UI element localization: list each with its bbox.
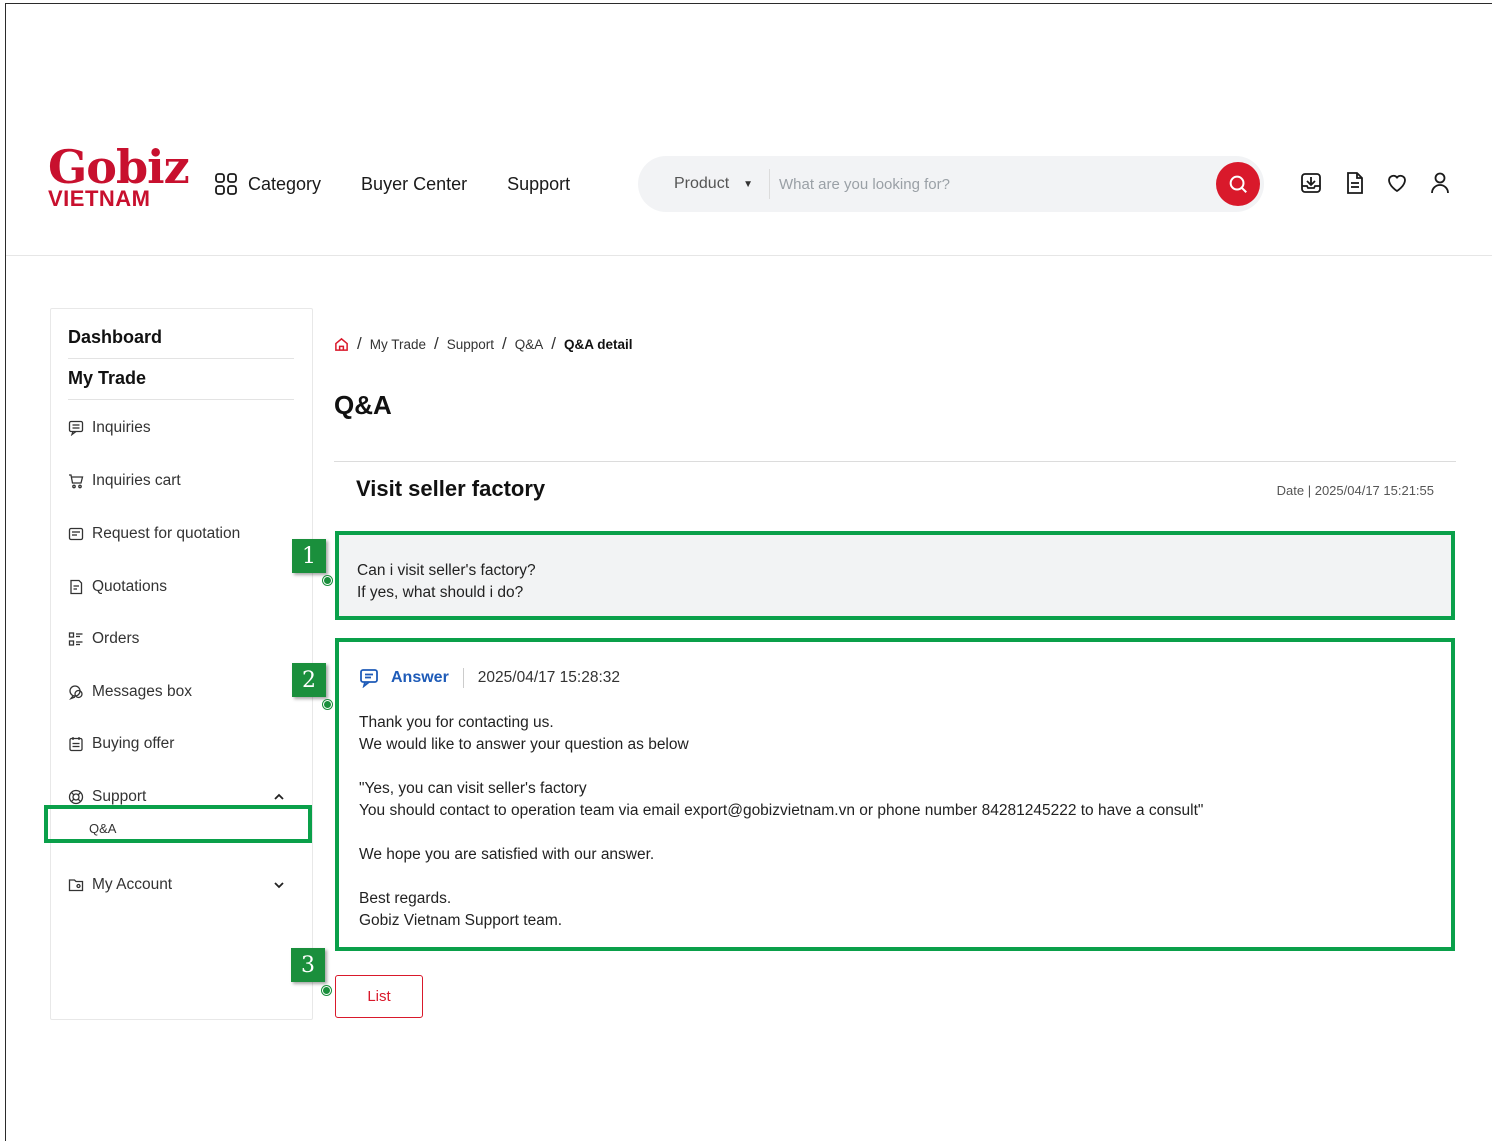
inquiries-icon <box>68 420 84 436</box>
document-button[interactable] <box>1341 170 1367 196</box>
sidebar-item-label: Inquiries <box>92 419 151 436</box>
breadcrumb-separator: / <box>502 334 507 353</box>
search-input[interactable] <box>779 175 1179 193</box>
sidebar-item-support[interactable]: Support <box>68 788 298 806</box>
logo[interactable]: Gobiz VIETNAM <box>48 140 190 210</box>
sidebar-item-inquiries[interactable]: Inquiries <box>68 419 298 437</box>
cart-icon <box>69 474 84 489</box>
search-bar: Product ▼ <box>638 156 1264 212</box>
breadcrumb-separator: / <box>551 334 557 353</box>
nav-category[interactable]: Category <box>214 172 321 196</box>
document-icon <box>1347 172 1363 194</box>
nav-buyer-center[interactable]: Buyer Center <box>361 174 467 195</box>
orders-icon <box>68 632 83 646</box>
search-button[interactable] <box>1216 162 1260 206</box>
category-grid-icon <box>215 173 237 195</box>
sidebar-item-label: Buying offer <box>92 735 175 752</box>
caret-down-icon: ▼ <box>743 178 754 190</box>
breadcrumb-item[interactable]: Q&A <box>515 337 544 352</box>
breadcrumb: / My Trade / Support / Q&A / Q&A detail <box>334 334 633 354</box>
highlight-qna-item <box>44 805 312 843</box>
my-account-icon <box>68 879 84 892</box>
site-header: Gobiz VIETNAM Category Buyer Center Supp… <box>6 4 1492 256</box>
breadcrumb-item[interactable]: Support <box>447 337 494 352</box>
inbox-download-button[interactable] <box>1298 170 1324 196</box>
callout-dot <box>323 700 332 709</box>
callout-dot <box>323 576 332 585</box>
breadcrumb-separator: / <box>357 334 362 353</box>
nav-support[interactable]: Support <box>507 174 570 195</box>
sidebar-item-label: My Account <box>92 876 173 893</box>
search-category-select[interactable]: Product ▼ <box>638 169 770 199</box>
sidebar-my-trade[interactable]: My Trade <box>68 368 146 389</box>
callout-marker: 2 <box>292 663 326 697</box>
sidebar-divider <box>68 358 294 359</box>
home-icon[interactable] <box>334 337 349 352</box>
messages-icon <box>69 685 83 700</box>
heart-icon <box>1388 174 1406 193</box>
sidebar-divider <box>68 399 294 400</box>
callout-marker: 1 <box>292 539 326 573</box>
callout-dot <box>322 986 331 995</box>
sidebar-item-label: Orders <box>92 630 140 647</box>
breadcrumb-separator: / <box>434 334 439 353</box>
sidebar-item-request-for-quotation[interactable]: Request for quotation <box>68 525 298 543</box>
sidebar-item-label: Messages box <box>92 683 192 700</box>
quotation-request-icon <box>68 527 84 541</box>
header-icons <box>1298 170 1470 196</box>
search-category-label: Product <box>674 175 730 192</box>
sidebar-item-messages-box[interactable]: Messages box <box>68 683 298 701</box>
quotations-icon <box>70 579 83 595</box>
callout-marker: 3 <box>291 948 325 982</box>
logo-main-text: Gobiz <box>48 140 190 194</box>
highlight-question <box>335 531 1455 620</box>
inbox-download-icon <box>1301 173 1321 193</box>
sidebar-item-label: Inquiries cart <box>92 472 181 489</box>
main-nav: Category Buyer Center Support <box>214 169 610 199</box>
sidebar-dashboard[interactable]: Dashboard <box>68 327 162 348</box>
highlight-answer <box>335 638 1455 951</box>
chevron-down-icon[interactable] <box>272 878 286 892</box>
account-button[interactable] <box>1427 170 1453 196</box>
buying-offer-icon <box>69 737 83 752</box>
sidebar-item-quotations[interactable]: Quotations <box>68 578 298 596</box>
breadcrumb-current: Q&A detail <box>564 336 633 352</box>
breadcrumb-item[interactable]: My Trade <box>370 337 426 352</box>
sidebar-item-label: Quotations <box>92 578 167 595</box>
sidebar: Dashboard My Trade Inquiries Inquiries c… <box>50 308 313 1020</box>
wishlist-button[interactable] <box>1384 170 1410 196</box>
sidebar-item-my-account[interactable]: My Account <box>68 876 298 894</box>
nav-category-label: Category <box>248 173 322 194</box>
sidebar-item-buying-offer[interactable]: Buying offer <box>68 735 298 753</box>
list-button[interactable]: List <box>335 975 423 1018</box>
question-title: Visit seller factory <box>356 476 546 501</box>
question-date: Date | 2025/04/17 15:21:55 <box>1276 483 1434 498</box>
support-icon <box>68 789 84 805</box>
chevron-up-icon[interactable] <box>272 790 286 804</box>
sidebar-item-inquiries-cart[interactable]: Inquiries cart <box>68 472 298 490</box>
sidebar-item-orders[interactable]: Orders <box>68 630 298 648</box>
sidebar-item-label: Support <box>92 788 147 805</box>
page-title: Q&A <box>334 390 392 420</box>
sidebar-item-label: Request for quotation <box>92 525 241 542</box>
user-icon <box>1431 172 1449 194</box>
question-header: Visit seller factory Date | 2025/04/17 1… <box>334 461 1456 515</box>
app-frame: Gobiz VIETNAM Category Buyer Center Supp… <box>5 3 1492 1141</box>
search-icon <box>1229 175 1247 193</box>
